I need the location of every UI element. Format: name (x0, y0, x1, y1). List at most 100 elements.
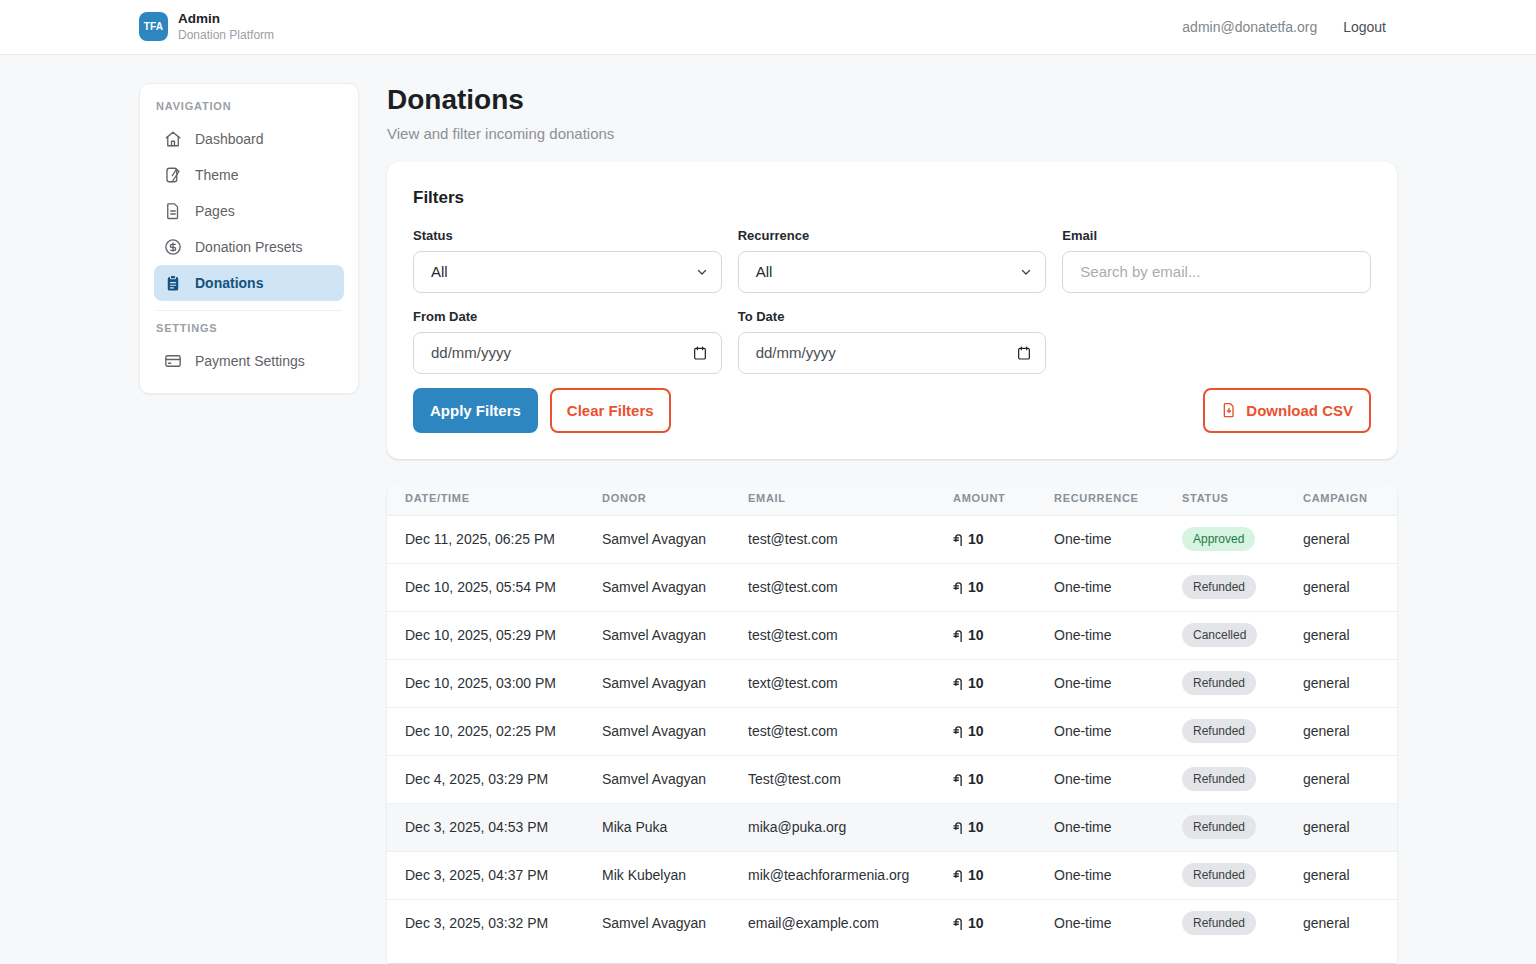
from-date-input[interactable]: dd/mm/yyyy (413, 332, 722, 374)
to-date-input[interactable]: dd/mm/yyyy (738, 332, 1047, 374)
dram-sign-icon (953, 772, 964, 786)
status-badge: Refunded (1182, 911, 1256, 935)
donation-row[interactable]: Dec 10, 2025, 03:00 PM Samvel Avagyan te… (387, 659, 1397, 707)
sidebar-item-pages[interactable]: Pages (154, 193, 344, 229)
cell-datetime: Dec 10, 2025, 02:25 PM (387, 707, 584, 755)
cell-amount: 10 (935, 563, 1036, 611)
cell-donor: Samvel Avagyan (584, 755, 730, 803)
filters-card: Filters Status All Recurrence All (387, 162, 1397, 459)
sidebar-item-donations[interactable]: Donations (154, 265, 344, 301)
donation-row[interactable]: Dec 3, 2025, 03:32 PM Samvel Avagyan ema… (387, 899, 1397, 947)
sidebar-item-payment-settings[interactable]: Payment Settings (154, 343, 344, 379)
recurrence-filter-field: Recurrence All (738, 228, 1047, 293)
column-header: Status (1164, 481, 1285, 516)
cell-amount: 10 (935, 803, 1036, 851)
donation-row[interactable]: Dec 4, 2025, 03:29 PM Samvel Avagyan Tes… (387, 755, 1397, 803)
sidebar-item-label: Donations (195, 275, 263, 291)
page-subtitle: View and filter incoming donations (387, 125, 1397, 142)
column-header: Recurrence (1036, 481, 1164, 516)
cell-donor: Samvel Avagyan (584, 611, 730, 659)
recurrence-select-value: All (756, 263, 773, 280)
settings-heading: SETTINGS (154, 322, 344, 334)
status-badge: Cancelled (1182, 623, 1257, 647)
donation-row[interactable]: Dec 3, 2025, 04:53 PM Mika Puka mika@puk… (387, 803, 1397, 851)
column-header: Amount (935, 481, 1036, 516)
cell-status: Refunded (1164, 563, 1285, 611)
cell-campaign: general (1285, 611, 1397, 659)
cell-amount: 10 (935, 515, 1036, 563)
cell-donor: Samvel Avagyan (584, 707, 730, 755)
cell-status: Refunded (1164, 899, 1285, 947)
to-date-placeholder: dd/mm/yyyy (756, 344, 836, 361)
cell-campaign: general (1285, 659, 1397, 707)
sidebar-divider (156, 310, 342, 311)
tfa-logo: TFA (139, 12, 168, 41)
status-badge: Refunded (1182, 575, 1256, 599)
cell-email: mik@teachforarmenia.org (730, 851, 935, 899)
donation-row[interactable]: Dec 10, 2025, 05:29 PM Samvel Avagyan te… (387, 611, 1397, 659)
cell-recurrence: One-time (1036, 515, 1164, 563)
cell-status: Refunded (1164, 803, 1285, 851)
calendar-icon (1016, 345, 1032, 361)
dram-sign-icon (953, 676, 964, 690)
dram-sign-icon (953, 628, 964, 642)
nav-heading: NAVIGATION (154, 100, 344, 112)
cell-campaign: general (1285, 851, 1397, 899)
logout-link[interactable]: Logout (1343, 19, 1386, 35)
apply-filters-button[interactable]: Apply Filters (413, 388, 538, 433)
sidebar-item-label: Payment Settings (195, 353, 305, 369)
theme-icon (164, 166, 182, 184)
column-header: Email (730, 481, 935, 516)
dram-sign-icon (953, 820, 964, 834)
status-badge: Refunded (1182, 863, 1256, 887)
dollar-circle-icon (164, 238, 182, 256)
cell-campaign: general (1285, 755, 1397, 803)
cell-recurrence: One-time (1036, 755, 1164, 803)
clear-filters-button[interactable]: Clear Filters (550, 388, 671, 433)
sidebar-item-theme[interactable]: Theme (154, 157, 344, 193)
page-icon (164, 202, 182, 220)
cell-datetime: Dec 3, 2025, 04:53 PM (387, 803, 584, 851)
cell-amount: 10 (935, 755, 1036, 803)
cell-donor: Samvel Avagyan (584, 659, 730, 707)
download-csv-button[interactable]: Download CSV (1203, 388, 1371, 433)
brand-subtitle: Donation Platform (178, 28, 274, 44)
sidebar: NAVIGATION Dashboard Theme Pages Donatio… (139, 83, 359, 394)
cell-email: Test@test.com (730, 755, 935, 803)
donation-row[interactable]: Dec 11, 2025, 06:25 PM Samvel Avagyan te… (387, 515, 1397, 563)
calendar-icon (692, 345, 708, 361)
email-input[interactable] (1080, 263, 1353, 280)
cell-recurrence: One-time (1036, 611, 1164, 659)
cell-status: Refunded (1164, 659, 1285, 707)
donations-table-card: Date/TimeDonorEmailAmountRecurrenceStatu… (387, 481, 1397, 963)
status-badge: Refunded (1182, 815, 1256, 839)
cell-email: test@test.com (730, 515, 935, 563)
filters-heading: Filters (413, 188, 1371, 208)
donation-row[interactable]: Dec 3, 2025, 04:37 PM Mik Kubelyan mik@t… (387, 851, 1397, 899)
cell-amount: 10 (935, 899, 1036, 947)
cell-campaign: general (1285, 899, 1397, 947)
cell-status: Cancelled (1164, 611, 1285, 659)
cell-recurrence: One-time (1036, 563, 1164, 611)
status-select[interactable]: All (413, 251, 722, 293)
sidebar-item-donation-presets[interactable]: Donation Presets (154, 229, 344, 265)
sidebar-item-label: Dashboard (195, 131, 264, 147)
cell-datetime: Dec 10, 2025, 05:54 PM (387, 563, 584, 611)
donation-row[interactable]: Dec 10, 2025, 05:54 PM Samvel Avagyan te… (387, 563, 1397, 611)
cell-recurrence: One-time (1036, 707, 1164, 755)
cell-email: test@test.com (730, 707, 935, 755)
cell-recurrence: One-time (1036, 803, 1164, 851)
sidebar-item-label: Donation Presets (195, 239, 302, 255)
cell-donor: Mik Kubelyan (584, 851, 730, 899)
topbar: TFA Admin Donation Platform admin@donate… (0, 0, 1536, 55)
cell-amount: 10 (935, 707, 1036, 755)
file-download-icon (1221, 402, 1237, 418)
column-header: Date/Time (387, 481, 584, 516)
recurrence-select[interactable]: All (738, 251, 1047, 293)
cell-status: Refunded (1164, 707, 1285, 755)
donation-row[interactable]: Dec 10, 2025, 02:25 PM Samvel Avagyan te… (387, 707, 1397, 755)
chevron-down-icon (696, 266, 708, 278)
chevron-down-icon (1020, 266, 1032, 278)
sidebar-item-dashboard[interactable]: Dashboard (154, 121, 344, 157)
cell-recurrence: One-time (1036, 899, 1164, 947)
